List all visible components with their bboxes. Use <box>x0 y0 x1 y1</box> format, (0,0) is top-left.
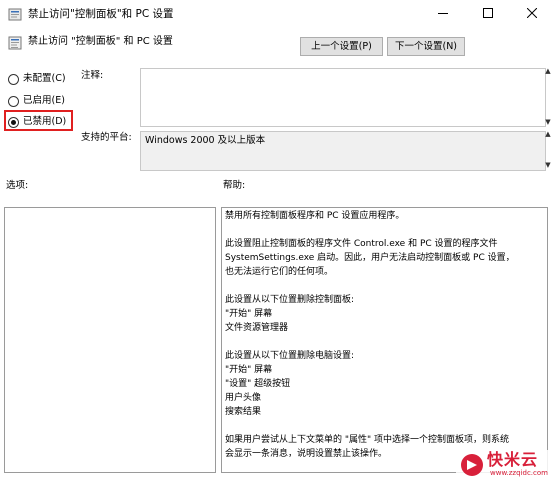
scroll-down-icon[interactable]: ▼ <box>543 118 553 126</box>
supported-platform-field: Windows 2000 及以上版本 <box>140 131 546 171</box>
help-text: 禁用所有控制面板程序和 PC 设置应用程序。 此设置阻止控制面板的程序文件 Co… <box>225 209 543 461</box>
maximize-button[interactable] <box>466 0 510 28</box>
previous-setting-button[interactable]: 上一个设置(P) <box>300 37 383 56</box>
help-line <box>225 223 543 237</box>
radio-circle[interactable] <box>8 73 19 85</box>
comment-field[interactable] <box>140 68 546 127</box>
options-panel <box>4 207 216 473</box>
help-line: "开始" 屏幕 <box>225 365 273 375</box>
next-setting-button[interactable]: 下一个设置(N) <box>387 37 465 56</box>
help-line: 用户头像 <box>225 393 262 403</box>
window-title: 禁止访问"控制面板"和 PC 设置 <box>28 8 174 20</box>
radio-circle[interactable] <box>8 95 19 107</box>
radio-label: 已启用(E) <box>23 95 65 106</box>
help-line: 此设置从以下位置删除控制面板: <box>225 295 355 305</box>
help-label: 帮助: <box>223 180 246 191</box>
radio-label: 未配置(C) <box>23 73 66 84</box>
policy-title: 禁止访问 "控制面板" 和 PC 设置 <box>28 36 173 47</box>
minimize-icon <box>438 8 448 21</box>
scroll-down-icon[interactable]: ▼ <box>543 161 553 169</box>
policy-icon <box>8 8 22 21</box>
policy-icon <box>8 36 22 50</box>
help-line: 禁用所有控制面板程序和 PC 设置应用程序。 <box>225 211 405 221</box>
help-line: 如果用户尝试从上下文菜单的 "属性" 项中选择一个控制面板项，则系统 <box>225 435 510 445</box>
help-line <box>225 279 543 293</box>
help-line: "设置" 超级按钮 <box>225 379 291 389</box>
radio-enabled[interactable]: 已启用(E) <box>8 93 65 109</box>
supported-platform-value: Windows 2000 及以上版本 <box>145 135 266 146</box>
maximize-icon <box>483 7 493 21</box>
help-line: 搜索结果 <box>225 407 262 417</box>
comment-label: 注释: <box>81 70 104 81</box>
close-icon <box>526 7 538 21</box>
watermark-logo-icon <box>460 453 484 477</box>
selection-highlight <box>4 110 73 131</box>
supported-platform-label: 支持的平台: <box>81 132 132 143</box>
help-line: 文件资源管理器 <box>225 323 289 333</box>
watermark-url: www.zzqidc.com <box>490 469 548 477</box>
radio-not-configured[interactable]: 未配置(C) <box>8 71 66 87</box>
help-line: 也无法运行它们的任何项。 <box>225 267 334 277</box>
scroll-up-icon[interactable]: ▲ <box>543 130 553 138</box>
help-line: SystemSettings.exe 启动。因此，用户无法启动控制面板或 PC … <box>225 253 515 263</box>
help-line: 此设置阻止控制面板的程序文件 Control.exe 和 PC 设置的程序文件 <box>225 239 498 249</box>
help-line <box>225 419 543 433</box>
close-button[interactable] <box>510 0 554 28</box>
watermark-name: 快米云 <box>487 450 539 469</box>
title-bar: 禁止访问"控制面板"和 PC 设置 <box>0 0 554 30</box>
help-line: "开始" 屏幕 <box>225 309 273 319</box>
minimize-button[interactable] <box>421 0 465 28</box>
scroll-up-icon[interactable]: ▲ <box>543 67 553 75</box>
options-label: 选项: <box>6 180 29 191</box>
watermark: 快米云 www.zzqidc.com <box>456 450 554 480</box>
help-line <box>225 335 543 349</box>
help-line: 此设置从以下位置删除电脑设置: <box>225 351 355 361</box>
